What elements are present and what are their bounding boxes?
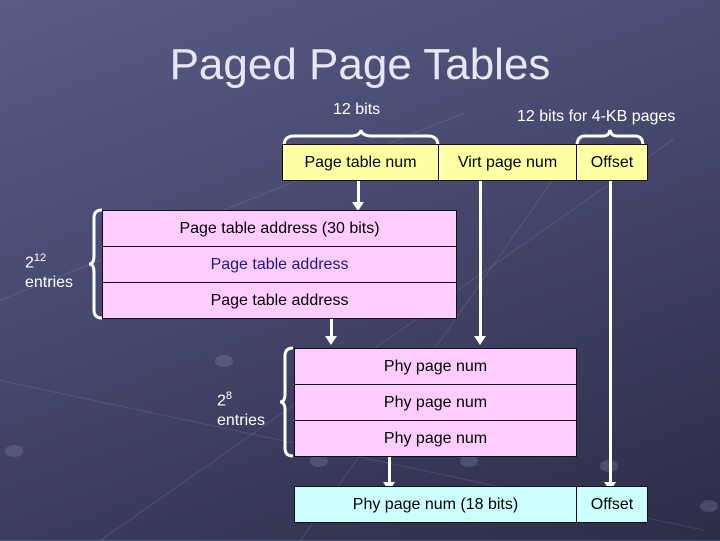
- level2-entries-label: entries: [217, 412, 266, 429]
- field-label: Phy page num (18 bits): [352, 495, 519, 513]
- bg-dot: [215, 355, 233, 367]
- level2-table-row: Phy page num: [294, 384, 577, 421]
- entries-base: 2: [25, 254, 34, 272]
- level2-table-row: Phy page num: [294, 420, 577, 457]
- arrow-line: [357, 181, 360, 203]
- level2-table-row: Phy page num: [294, 348, 577, 385]
- row-label: Page table address: [210, 291, 349, 309]
- virt-page-num-field: Virt page num: [438, 144, 577, 181]
- arrow-line: [388, 456, 391, 483]
- bg-dot: [5, 445, 23, 457]
- entries-exponent: 12: [33, 252, 47, 264]
- level1-entries-count: 212: [25, 252, 46, 272]
- entries-base: 2: [217, 392, 226, 410]
- row-label: Page table address: [210, 255, 349, 273]
- arrow-line: [479, 181, 482, 336]
- offset-field: Offset: [576, 144, 648, 181]
- field-label: Virt page num: [457, 153, 558, 171]
- row-label: Page table address (30 bits): [179, 219, 380, 237]
- phy-page-num-field: Phy page num (18 bits): [294, 486, 577, 523]
- offset-bits-label: 12 bits for 4-KB pages: [517, 108, 676, 125]
- level1-table-row: Page table address: [102, 282, 457, 319]
- level1-entries-label: entries: [25, 274, 74, 291]
- field-label: Offset: [590, 495, 634, 513]
- field-label: Offset: [590, 153, 634, 171]
- row-label: Phy page num: [383, 393, 488, 411]
- phy-offset-field: Offset: [576, 486, 648, 523]
- entries-exponent: 8: [225, 390, 233, 402]
- slide-title: Paged Page Tables: [169, 40, 551, 89]
- arrow-line: [609, 181, 612, 483]
- page-table-num-field: Page table num: [282, 144, 439, 181]
- field-label: Page table num: [304, 153, 417, 171]
- arrow-line: [330, 318, 333, 336]
- bg-line: [100, 138, 674, 541]
- bg-line: [300, 130, 588, 541]
- page-table-num-bits-label: 12 bits: [333, 101, 381, 118]
- level1-table-row: Page table address (30 bits): [102, 210, 457, 247]
- arrow-down-icon: [474, 336, 486, 345]
- row-label: Phy page num: [383, 429, 488, 447]
- arrow-down-icon: [325, 336, 337, 345]
- row-label: Phy page num: [383, 357, 488, 375]
- level2-entries-count: 28: [217, 390, 232, 410]
- bg-dot: [700, 500, 718, 512]
- brace-icon: [279, 346, 294, 458]
- level1-table-row-highlighted: Page table address: [102, 246, 457, 283]
